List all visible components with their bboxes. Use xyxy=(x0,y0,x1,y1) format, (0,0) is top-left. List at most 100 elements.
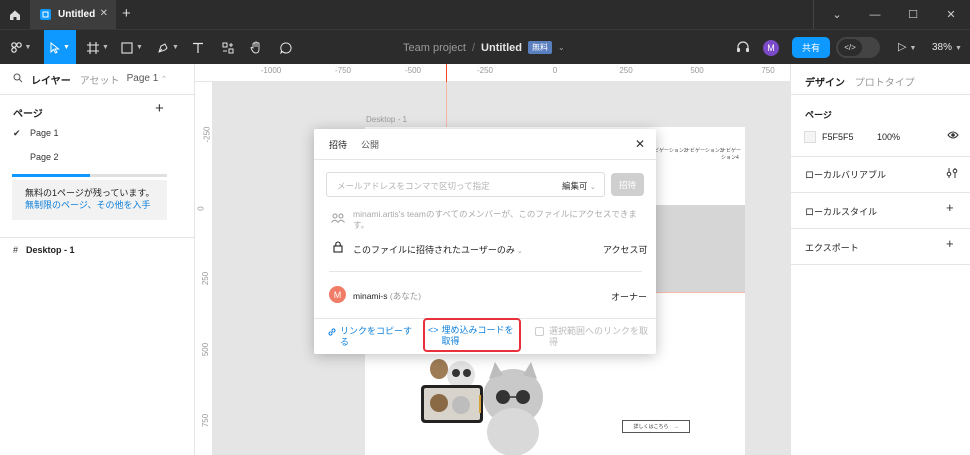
chevron-down-icon: ▼ xyxy=(909,45,917,52)
new-tab-button[interactable]: + xyxy=(122,5,131,22)
project-name[interactable]: Team project xyxy=(403,42,466,54)
add-page-button[interactable]: + xyxy=(155,100,164,117)
lock-icon xyxy=(333,241,343,256)
page-quota-fill xyxy=(12,174,90,177)
page-settings-heading: ページ xyxy=(805,110,832,120)
page-item[interactable]: ✔ Page 1 xyxy=(13,128,59,139)
title-bar: Untitled ✕ + ⌄ — ☐ ✕ xyxy=(0,0,970,29)
text-tool[interactable] xyxy=(188,30,208,65)
user-avatar[interactable]: M xyxy=(763,40,779,56)
rectangle-icon xyxy=(121,41,133,54)
left-panel: レイヤー アセット Page 1 ⌃ ページ + ✔ Page 1 Page 2 … xyxy=(0,64,195,455)
maximize-button[interactable]: ☐ xyxy=(894,0,932,29)
upgrade-link[interactable]: 無制限のページ、その他を入手 xyxy=(25,199,167,211)
move-tool[interactable]: ▼ xyxy=(44,30,76,65)
pages-heading: ページ xyxy=(13,109,43,120)
tab-invite[interactable]: 招待 xyxy=(329,138,347,151)
tab-design[interactable]: デザイン xyxy=(805,78,845,89)
file-tab[interactable]: Untitled ✕ xyxy=(30,0,116,29)
page-selector[interactable]: Page 1 ⌃ xyxy=(127,73,167,84)
tab-assets[interactable]: アセット xyxy=(80,72,120,87)
page-color-swatch[interactable] xyxy=(804,131,816,143)
chevron-down-icon: ▼ xyxy=(24,44,32,51)
chevron-down-icon: ▼ xyxy=(136,44,143,51)
code-icon: <> xyxy=(428,325,439,335)
embed-code-button[interactable]: <> 埋め込みコードを取得 xyxy=(423,318,521,352)
page-color-value[interactable]: F5F5F5 xyxy=(822,132,854,142)
tab-prototype[interactable]: プロトタイプ xyxy=(855,78,915,89)
eye-icon[interactable] xyxy=(947,130,959,143)
export-heading[interactable]: エクスポート xyxy=(805,241,859,254)
email-input[interactable]: メールアドレスをコンマで区切って指定 編集可 ⌄ xyxy=(326,172,605,197)
hand-tool[interactable] xyxy=(246,30,266,65)
invite-button[interactable]: 招待 xyxy=(611,173,644,196)
user-name: minami-s (あなた) xyxy=(353,290,421,302)
share-modal: 招待 公開 ✕ メールアドレスをコンマで区切って指定 編集可 ⌄ 招待 mina… xyxy=(314,129,656,354)
ruler-label: -250 xyxy=(202,126,212,143)
main-menu-button[interactable]: ▼ xyxy=(8,30,34,65)
ruler-label: 750 xyxy=(201,413,211,428)
present-button[interactable]: ▷ ▼ xyxy=(898,40,916,53)
divider xyxy=(0,94,195,95)
user-role: オーナー xyxy=(611,292,648,302)
divider xyxy=(791,156,970,157)
chevron-down-icon[interactable]: ⌄ xyxy=(558,43,565,52)
resources-tool[interactable] xyxy=(218,30,238,65)
local-variables-heading[interactable]: ローカルバリアブル xyxy=(805,168,886,181)
shape-tool[interactable]: ▼ xyxy=(118,30,146,65)
page-selector-label: Page 1 xyxy=(126,73,159,84)
chevron-down-icon[interactable]: ⌄ xyxy=(818,0,856,29)
components-icon xyxy=(222,42,234,53)
frame-cta-button: 詳しくはこちら → xyxy=(622,420,690,433)
text-icon xyxy=(193,42,203,53)
divider xyxy=(791,228,970,229)
ruler-label: -1000 xyxy=(260,66,282,75)
right-panel: デザイン プロトタイプ ページ F5F5F5 100% ローカルバリアブル ロー… xyxy=(790,64,970,455)
user-avatar: M xyxy=(329,286,346,303)
variables-settings-icon[interactable] xyxy=(946,167,958,182)
tab-close-icon[interactable]: ✕ xyxy=(100,8,108,19)
frame-label[interactable]: Desktop - 1 xyxy=(366,115,407,124)
ruler-label: -750 xyxy=(334,66,352,75)
add-style-button[interactable]: + xyxy=(946,200,954,215)
comment-tool[interactable] xyxy=(276,30,296,65)
home-icon[interactable] xyxy=(0,0,30,29)
access-scope-select[interactable]: このファイルに招待されたユーザーのみ ⌄ xyxy=(353,243,523,256)
search-icon[interactable] xyxy=(13,73,23,86)
layer-frame-item[interactable]: # Desktop - 1 xyxy=(13,245,75,255)
dev-mode-toggle[interactable]: </> xyxy=(836,37,880,58)
zoom-value: 38% xyxy=(932,42,953,53)
copy-link-button[interactable]: リンクをコピーする xyxy=(327,326,417,348)
tab-public[interactable]: 公開 xyxy=(361,138,379,151)
file-name[interactable]: Untitled xyxy=(481,42,522,54)
minimize-button[interactable]: — xyxy=(856,0,894,29)
divider xyxy=(791,192,970,193)
title-separator: / xyxy=(471,41,476,54)
add-export-button[interactable]: + xyxy=(946,236,954,251)
role-select[interactable]: 編集可 ⌄ xyxy=(562,180,596,192)
access-level[interactable]: アクセス可 xyxy=(603,243,648,256)
divider xyxy=(791,94,970,95)
ruler-vertical[interactable]: -250 0 250 500 750 xyxy=(195,82,213,455)
close-icon[interactable]: ✕ xyxy=(635,137,645,151)
frame-placeholder-block xyxy=(656,205,745,292)
local-styles-heading[interactable]: ローカルスタイル xyxy=(805,205,877,218)
share-button[interactable]: 共有 xyxy=(792,37,830,58)
page-opacity-value[interactable]: 100% xyxy=(877,132,900,142)
zoom-level[interactable]: 38% ▼ xyxy=(932,42,962,53)
ruler-label: -250 xyxy=(476,66,494,75)
pen-tool[interactable]: ▼ xyxy=(154,30,182,65)
ruler-horizontal[interactable]: -1000 -750 -500 -250 0 250 500 750 xyxy=(195,64,790,82)
tab-layers[interactable]: レイヤー xyxy=(31,72,71,87)
selection-link-checkbox[interactable] xyxy=(535,327,544,336)
close-window-button[interactable]: ✕ xyxy=(932,0,970,29)
selection-link-option[interactable]: 選択範囲へのリンクを取得 xyxy=(535,326,650,348)
ruler-label: 0 xyxy=(552,66,558,75)
frame-tool[interactable]: ▼ xyxy=(84,30,112,65)
file-title-area[interactable]: Team project / Untitled 無料 ⌄ xyxy=(403,41,565,54)
frame-icon: # xyxy=(13,245,19,255)
headphones-icon[interactable] xyxy=(736,40,750,56)
toolbar: ▼ ▼ ▼ ▼ ▼ Team project / Untitled 無料 ⌄ M… xyxy=(0,29,970,65)
page-item[interactable]: Page 2 xyxy=(13,152,59,162)
user-you-label: (あなた) xyxy=(389,291,422,301)
